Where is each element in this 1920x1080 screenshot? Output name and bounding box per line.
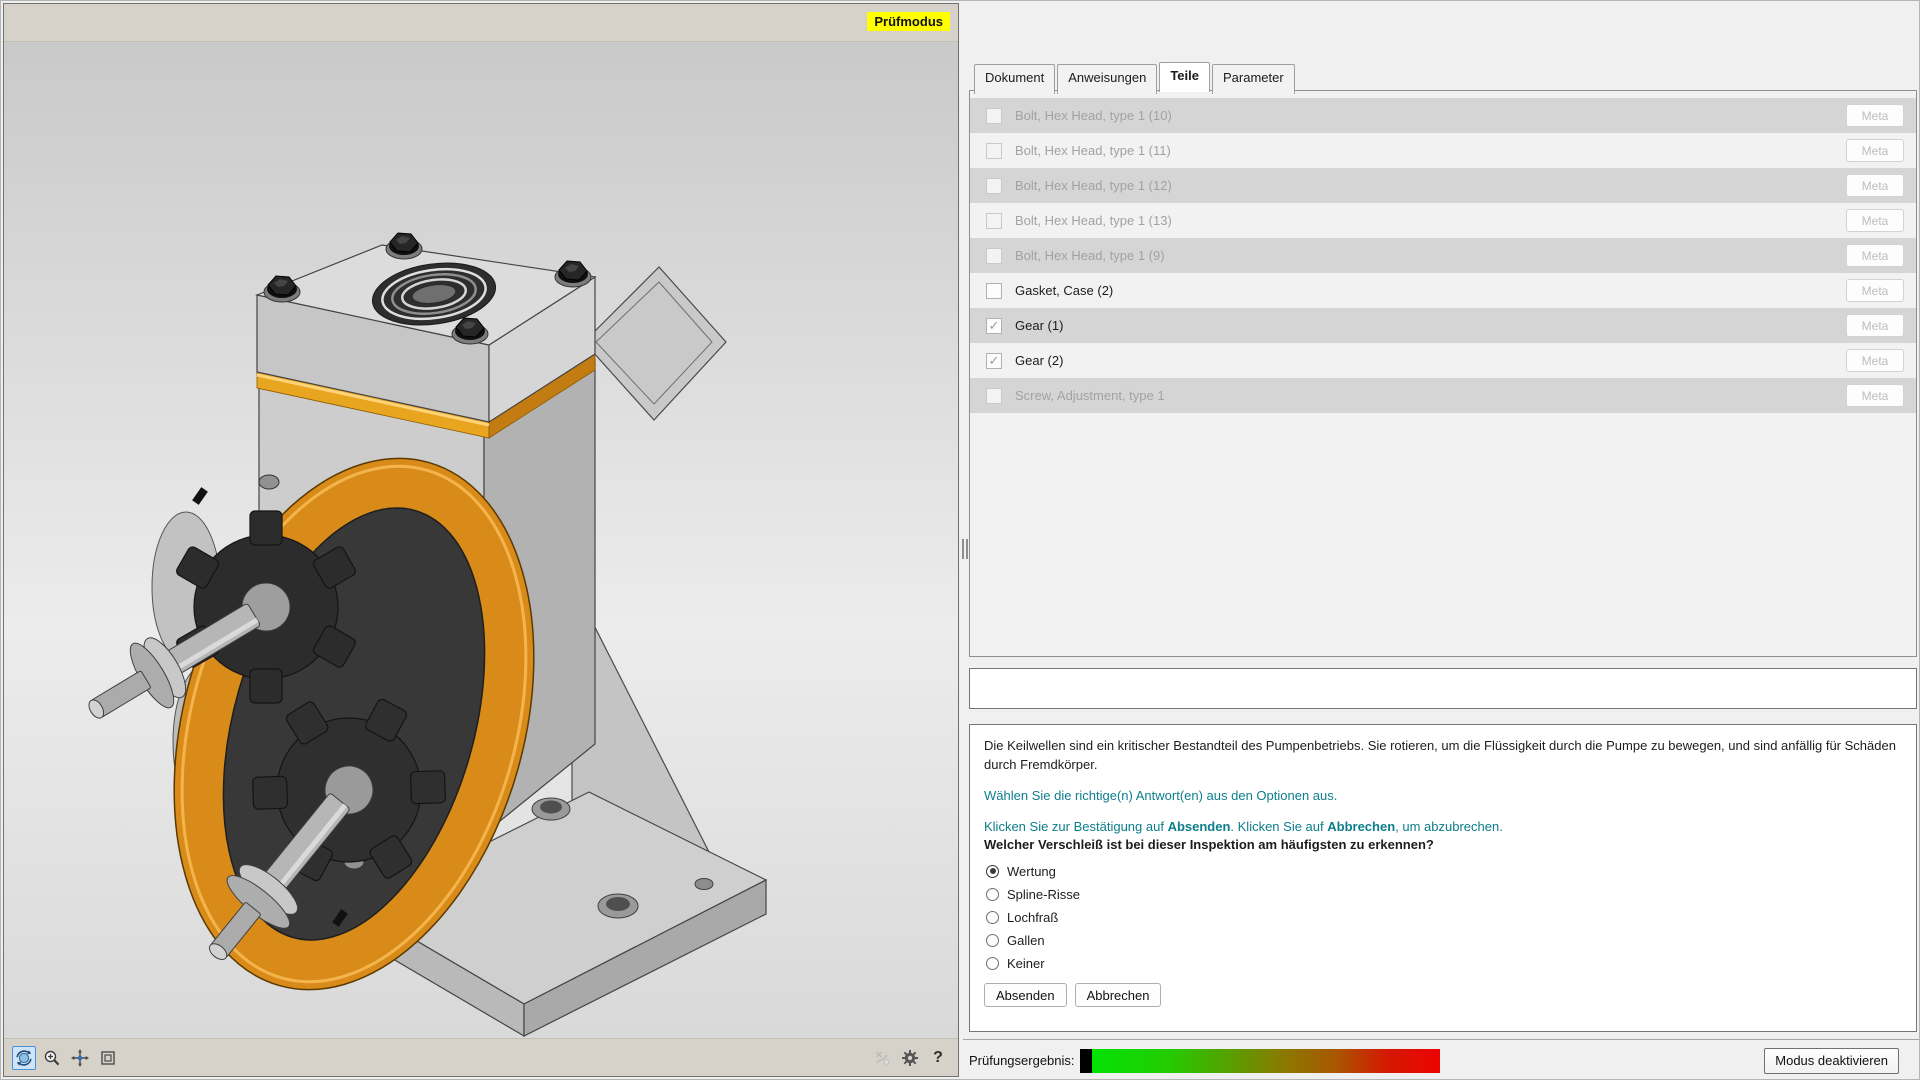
action-buttons: Absenden Abbrechen xyxy=(984,983,1902,1007)
part-checkbox[interactable] xyxy=(986,143,1002,159)
tab-dokument[interactable]: Dokument xyxy=(974,64,1055,94)
part-checkbox[interactable] xyxy=(986,213,1002,229)
part-row: Bolt, Hex Head, type 1 (13) Meta xyxy=(970,203,1916,238)
answer-option-label: Keiner xyxy=(1007,956,1045,971)
part-checkbox[interactable] xyxy=(986,248,1002,264)
part-label: Gear (1) xyxy=(1015,318,1063,333)
meta-button[interactable]: Meta xyxy=(1846,104,1904,127)
markup-icon xyxy=(873,1049,891,1067)
settings-button[interactable] xyxy=(898,1046,922,1070)
meta-button[interactable]: Meta xyxy=(1846,209,1904,232)
result-gradient-bar xyxy=(1080,1049,1440,1073)
back-flange xyxy=(584,267,726,420)
tab-anweisungen[interactable]: Anweisungen xyxy=(1057,64,1157,94)
meta-button[interactable]: Meta xyxy=(1846,279,1904,302)
part-row: Bolt, Hex Head, type 1 (9) Meta xyxy=(970,238,1916,273)
tab-bar: DokumentAnweisungenTeileParameter xyxy=(974,64,1295,94)
part-label: Bolt, Hex Head, type 1 (9) xyxy=(1015,248,1165,263)
part-label: Bolt, Hex Head, type 1 (11) xyxy=(1015,143,1171,158)
answer-option-spline-risse[interactable]: Spline-Risse xyxy=(984,887,1902,901)
zoom-in-icon xyxy=(43,1049,61,1067)
pump-3d-model[interactable] xyxy=(4,42,958,1038)
panel-splitter[interactable] xyxy=(961,3,968,1039)
meta-button[interactable]: Meta xyxy=(1846,244,1904,267)
viewport-toolbar: ? xyxy=(4,1038,958,1076)
viewport-3d[interactable]: Prüfmodus xyxy=(3,3,959,1077)
viewport-toolbar-right: ? xyxy=(870,1046,950,1070)
answer-option-label: Gallen xyxy=(1007,933,1045,948)
part-checkbox[interactable]: ✓ xyxy=(986,353,1002,369)
comment-box[interactable] xyxy=(969,668,1917,709)
meta-button[interactable]: Meta xyxy=(1846,349,1904,372)
meta-button[interactable]: Meta xyxy=(1846,174,1904,197)
viewport-top-band: Prüfmodus xyxy=(4,4,958,42)
instruction-hint-2: Klicken Sie zur Bestätigung auf Absenden… xyxy=(984,818,1902,837)
markup-tool-button[interactable] xyxy=(870,1046,894,1070)
tab-teile[interactable]: Teile xyxy=(1159,62,1210,92)
part-label: Gear (2) xyxy=(1015,353,1063,368)
help-icon: ? xyxy=(933,1050,943,1066)
radio-icon[interactable] xyxy=(986,865,999,878)
mode-badge: Prüfmodus xyxy=(867,12,950,31)
settings-gear-icon xyxy=(901,1049,919,1067)
result-gradient xyxy=(1092,1049,1440,1073)
part-label: Bolt, Hex Head, type 1 (10) xyxy=(1015,108,1172,123)
fit-view-icon xyxy=(99,1049,117,1067)
part-label: Screw, Adjustment, type 1 xyxy=(1015,388,1165,403)
viewport-toolbar-left xyxy=(12,1046,120,1070)
answer-option-keiner[interactable]: Keiner xyxy=(984,956,1902,970)
part-checkbox[interactable]: ✓ xyxy=(986,318,1002,334)
status-bar: Prüfungsergebnis: Modus deaktivieren xyxy=(963,1039,1920,1080)
answer-option-lochfra[interactable]: Lochfraß xyxy=(984,910,1902,924)
rotate-tool-button[interactable] xyxy=(12,1046,36,1070)
submit-button[interactable]: Absenden xyxy=(984,983,1067,1007)
application-window: Prüfmodus xyxy=(0,0,1920,1080)
meta-button[interactable]: Meta xyxy=(1846,314,1904,337)
radio-icon[interactable] xyxy=(986,911,999,924)
meta-button[interactable]: Meta xyxy=(1846,384,1904,407)
answer-option-label: Lochfraß xyxy=(1007,910,1058,925)
result-label: Prüfungsergebnis: xyxy=(969,1053,1075,1068)
part-checkbox[interactable] xyxy=(986,178,1002,194)
part-checkbox[interactable] xyxy=(986,388,1002,404)
deactivate-mode-button[interactable]: Modus deaktivieren xyxy=(1764,1048,1899,1074)
meta-button[interactable]: Meta xyxy=(1846,139,1904,162)
answer-option-gallen[interactable]: Gallen xyxy=(984,933,1902,947)
question-text: Welcher Verschleiß ist bei dieser Inspek… xyxy=(984,836,1902,855)
pan-icon xyxy=(71,1049,89,1067)
fit-view-tool-button[interactable] xyxy=(96,1046,120,1070)
result-marker xyxy=(1080,1049,1092,1073)
splitter-grip-icon xyxy=(962,539,968,559)
part-label: Bolt, Hex Head, type 1 (13) xyxy=(1015,213,1172,228)
instruction-hint-1: Wählen Sie die richtige(n) Antwort(en) a… xyxy=(984,787,1902,806)
part-row: Bolt, Hex Head, type 1 (10) Meta xyxy=(970,98,1916,133)
instruction-paragraph: Die Keilwellen sind ein kritischer Besta… xyxy=(984,737,1902,775)
part-row: Bolt, Hex Head, type 1 (11) Meta xyxy=(970,133,1916,168)
answer-option-wertung[interactable]: Wertung xyxy=(984,864,1902,878)
part-row: Bolt, Hex Head, type 1 (12) Meta xyxy=(970,168,1916,203)
instructions-panel: Die Keilwellen sind ein kritischer Besta… xyxy=(969,724,1917,1032)
part-row: Gasket, Case (2) Meta xyxy=(970,273,1916,308)
answer-option-label: Spline-Risse xyxy=(1007,887,1080,902)
tab-parameter[interactable]: Parameter xyxy=(1212,64,1295,94)
cancel-button[interactable]: Abbrechen xyxy=(1075,983,1162,1007)
answer-option-label: Wertung xyxy=(1007,864,1056,879)
answer-options: Wertung Spline-Risse Lochfraß Gallen Keiner xyxy=(984,864,1902,970)
help-button[interactable]: ? xyxy=(926,1046,950,1070)
part-checkbox[interactable] xyxy=(986,283,1002,299)
part-checkbox[interactable] xyxy=(986,108,1002,124)
part-row: ✓ Gear (2) Meta xyxy=(970,343,1916,378)
parts-list: Bolt, Hex Head, type 1 (10)MetaBolt, Hex… xyxy=(969,90,1917,657)
radio-icon[interactable] xyxy=(986,934,999,947)
pan-tool-button[interactable] xyxy=(68,1046,92,1070)
part-label: Gasket, Case (2) xyxy=(1015,283,1113,298)
rotate-icon xyxy=(15,1049,33,1067)
part-row: ✓ Gear (1) Meta xyxy=(970,308,1916,343)
radio-icon[interactable] xyxy=(986,957,999,970)
zoom-tool-button[interactable] xyxy=(40,1046,64,1070)
part-row: Screw, Adjustment, type 1 Meta xyxy=(970,378,1916,413)
radio-icon[interactable] xyxy=(986,888,999,901)
part-label: Bolt, Hex Head, type 1 (12) xyxy=(1015,178,1172,193)
